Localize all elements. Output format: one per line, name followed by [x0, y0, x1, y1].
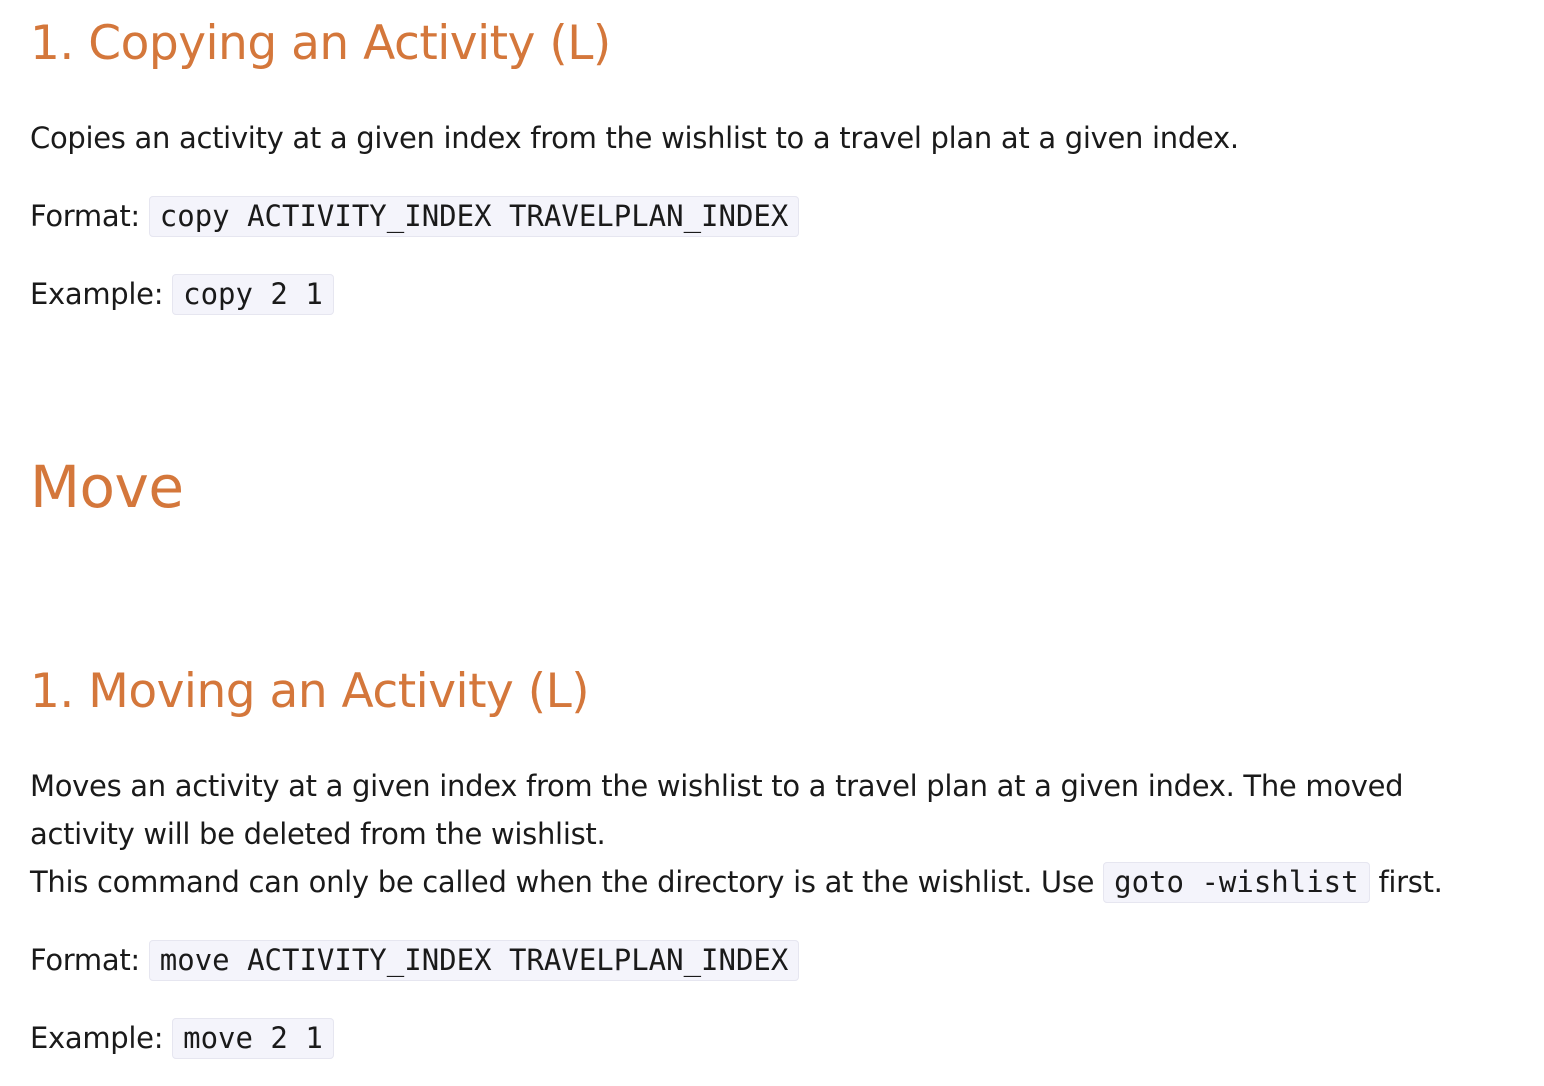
move-example-line: Example: move 2 1 [30, 1014, 334, 1062]
move-description-line1: Moves an activity at a given index from … [30, 769, 1404, 803]
copy-example-code: copy 2 1 [172, 274, 334, 315]
move-example-label: Example: [30, 1021, 164, 1055]
copy-example-label: Example: [30, 277, 164, 311]
move-note-code: goto -wishlist [1103, 862, 1370, 903]
copy-example-line: Example: copy 2 1 [30, 270, 334, 318]
copy-description: Copies an activity at a given index from… [30, 121, 1239, 155]
move-format-label: Format: [30, 943, 140, 977]
move-example-code: move 2 1 [172, 1018, 334, 1059]
move-format-line: Format: move ACTIVITY_INDEX TRAVELPLAN_I… [30, 936, 800, 984]
move-format-code: move ACTIVITY_INDEX TRAVELPLAN_INDEX [148, 940, 800, 981]
move-note-line: This command can only be called when the… [30, 858, 1443, 906]
copy-format-code: copy ACTIVITY_INDEX TRAVELPLAN_INDEX [148, 196, 800, 237]
copy-format-label: Format: [30, 199, 140, 233]
move-description-line2: activity will be deleted from the wishli… [30, 817, 606, 851]
copy-format-line: Format: copy ACTIVITY_INDEX TRAVELPLAN_I… [30, 192, 800, 240]
copy-heading: 1. Copying an Activity (L) [30, 16, 611, 71]
move-note-suffix: first. [1378, 865, 1443, 899]
move-title: Move [30, 453, 184, 521]
move-note-prefix: This command can only be called when the… [30, 865, 1095, 899]
move-heading: 1. Moving an Activity (L) [30, 664, 590, 719]
